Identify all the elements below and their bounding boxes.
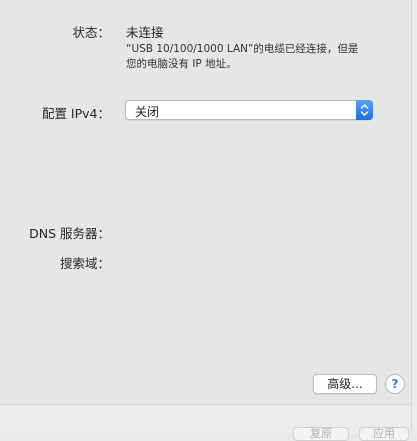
status-value: 未连接 <box>126 25 164 40</box>
network-settings-panel: 状态： 未连接 “USB 10/100/1000 LAN”的电缆已经连接，但是 … <box>0 0 411 404</box>
status-description-line2: 您的电脑没有 IP 地址。 <box>126 58 237 70</box>
configure-ipv4-selected-value: 关闭 <box>135 105 160 119</box>
configure-ipv4-select[interactable]: 关闭 <box>125 100 373 120</box>
revert-button[interactable]: 复原 <box>293 427 349 441</box>
configure-ipv4-label: 配置 IPv4： <box>41 106 110 121</box>
search-domains-label: 搜索域： <box>59 256 110 271</box>
apply-button[interactable]: 应用 <box>359 427 409 441</box>
help-icon[interactable]: ? <box>385 374 405 394</box>
footer-bar: 复原 应用 <box>0 404 411 441</box>
advanced-button[interactable]: 高级... <box>313 374 377 394</box>
status-description-line1: “USB 10/100/1000 LAN”的电缆已经连接，但是 <box>126 43 359 55</box>
status-description: “USB 10/100/1000 LAN”的电缆已经连接，但是 您的电脑没有 I… <box>126 42 386 72</box>
dns-servers-label: DNS 服务器： <box>29 226 110 241</box>
chevron-updown-icon <box>356 100 373 120</box>
status-label: 状态： <box>72 25 110 40</box>
window-edge <box>411 0 417 433</box>
